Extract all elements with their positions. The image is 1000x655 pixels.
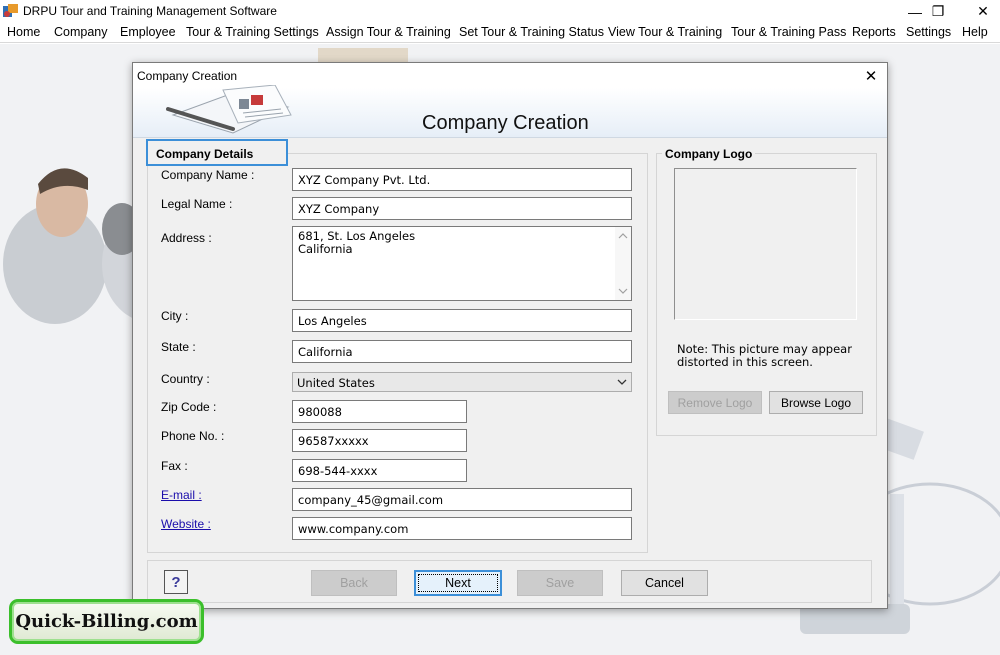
menu-assign-tour-training[interactable]: Assign Tour & Training bbox=[326, 25, 451, 39]
company-creation-dialog: Company Creation ✕ Company Creation Comp… bbox=[132, 62, 888, 609]
logo-note-line-1: Note: This picture may appear bbox=[677, 342, 852, 356]
window-title: DRPU Tour and Training Management Softwa… bbox=[23, 4, 277, 18]
restore-icon: ❐ bbox=[931, 3, 945, 19]
menu-bar: Home Company Employee Tour & Training Se… bbox=[0, 23, 1000, 43]
legal-name-input[interactable]: XYZ Company bbox=[292, 197, 632, 220]
menu-employee[interactable]: Employee bbox=[120, 25, 176, 39]
country-label: Country : bbox=[161, 372, 210, 386]
app-icon bbox=[3, 4, 18, 17]
menu-reports[interactable]: Reports bbox=[852, 25, 896, 39]
zip-code-input[interactable]: 980088 bbox=[292, 400, 467, 423]
phone-label: Phone No. : bbox=[161, 429, 225, 443]
browse-logo-button[interactable]: Browse Logo bbox=[769, 391, 863, 414]
close-icon: ✕ bbox=[864, 68, 878, 85]
phone-input[interactable]: 96587xxxxx bbox=[292, 429, 467, 452]
city-label: City : bbox=[161, 309, 189, 323]
zip-code-label: Zip Code : bbox=[161, 400, 217, 414]
fax-input[interactable]: 698-544-xxxx bbox=[292, 459, 467, 482]
document-pen-icon bbox=[166, 85, 292, 134]
address-scrollbar[interactable] bbox=[615, 227, 631, 300]
menu-tour-training-pass[interactable]: Tour & Training Pass bbox=[731, 25, 846, 39]
cancel-button[interactable]: Cancel bbox=[621, 570, 708, 596]
dialog-title: Company Creation bbox=[137, 69, 238, 83]
menu-help[interactable]: Help bbox=[962, 25, 988, 39]
logo-preview bbox=[674, 168, 857, 320]
email-link[interactable]: E-mail : bbox=[161, 488, 202, 502]
chevron-down-icon bbox=[617, 379, 627, 385]
help-button[interactable]: ? bbox=[164, 570, 188, 594]
menu-settings[interactable]: Settings bbox=[906, 25, 951, 39]
city-input[interactable]: Los Angeles bbox=[292, 309, 632, 332]
title-bar: DRPU Tour and Training Management Softwa… bbox=[0, 0, 1000, 23]
address-label: Address : bbox=[161, 231, 212, 245]
email-input[interactable]: company_45@gmail.com bbox=[292, 488, 632, 511]
restore-button[interactable]: ❐ bbox=[921, 0, 955, 23]
website-link[interactable]: Website : bbox=[161, 517, 211, 531]
button-bar bbox=[147, 560, 872, 603]
close-window-button[interactable]: ✕ bbox=[966, 0, 1000, 23]
country-value: United States bbox=[297, 376, 375, 390]
next-button[interactable]: Next bbox=[414, 570, 502, 596]
minimize-icon: — bbox=[908, 3, 922, 20]
help-icon: ? bbox=[171, 573, 181, 591]
badge-text: Quick-Billing.com bbox=[15, 611, 198, 632]
dialog-banner: Company Creation bbox=[133, 85, 887, 138]
quick-billing-badge: Quick-Billing.com bbox=[9, 599, 204, 644]
company-details-tab: Company Details bbox=[146, 139, 288, 166]
menu-view-tour-training[interactable]: View Tour & Training bbox=[608, 25, 722, 39]
country-select[interactable]: United States bbox=[292, 372, 632, 392]
fax-label: Fax : bbox=[161, 459, 188, 473]
remove-logo-button[interactable]: Remove Logo bbox=[668, 391, 762, 414]
state-input[interactable]: California bbox=[292, 340, 632, 363]
menu-set-tour-training-status[interactable]: Set Tour & Training Status bbox=[459, 25, 604, 39]
address-textarea[interactable]: 681, St. Los Angeles California bbox=[292, 226, 632, 301]
logo-note-line-2: distorted in this screen. bbox=[677, 355, 813, 369]
website-input[interactable]: www.company.com bbox=[292, 517, 632, 540]
menu-tour-training-settings[interactable]: Tour & Training Settings bbox=[186, 25, 319, 39]
company-name-label: Company Name : bbox=[161, 168, 255, 182]
legal-name-label: Legal Name : bbox=[161, 197, 233, 211]
menu-company[interactable]: Company bbox=[54, 25, 108, 39]
company-name-input[interactable]: XYZ Company Pvt. Ltd. bbox=[292, 168, 632, 191]
save-button[interactable]: Save bbox=[517, 570, 603, 596]
dialog-close-button[interactable]: ✕ bbox=[861, 66, 881, 86]
state-label: State : bbox=[161, 340, 196, 354]
back-button[interactable]: Back bbox=[311, 570, 397, 596]
company-details-label: Company Details bbox=[156, 147, 254, 161]
banner-title: Company Creation bbox=[422, 112, 589, 134]
menu-home[interactable]: Home bbox=[7, 25, 40, 39]
company-logo-label: Company Logo bbox=[662, 147, 756, 161]
scroll-arrows-icon bbox=[618, 233, 628, 294]
close-icon: ✕ bbox=[977, 3, 989, 19]
address-line-2: California bbox=[298, 242, 353, 256]
